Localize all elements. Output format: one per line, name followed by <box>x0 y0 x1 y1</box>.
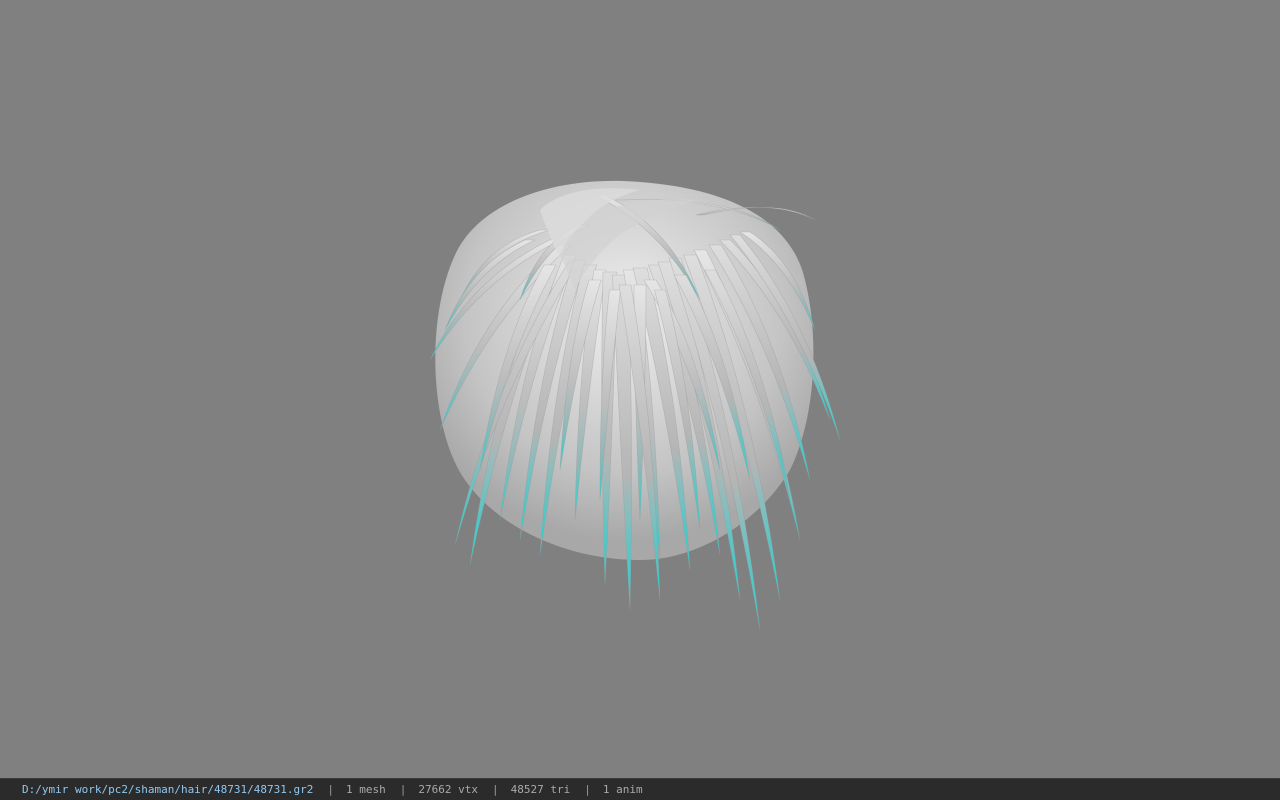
vertex-count: 27662 vtx <box>418 783 479 796</box>
separator: | <box>327 783 335 796</box>
separator: | <box>584 783 591 796</box>
file-path: D:/ymir work/pc2/shaman/hair/48731/48731… <box>22 783 314 796</box>
anim-count: 1 anim <box>602 783 643 796</box>
separator: | <box>399 783 407 796</box>
3d-viewport[interactable] <box>0 0 1280 778</box>
separator: | <box>492 783 499 796</box>
triangle-count: 48527 tri <box>510 783 571 796</box>
hair-model-render[interactable] <box>0 0 1280 778</box>
status-bar: D:/ymir work/pc2/shaman/hair/48731/48731… <box>0 778 1280 800</box>
mesh-count: 1 mesh <box>346 783 386 796</box>
